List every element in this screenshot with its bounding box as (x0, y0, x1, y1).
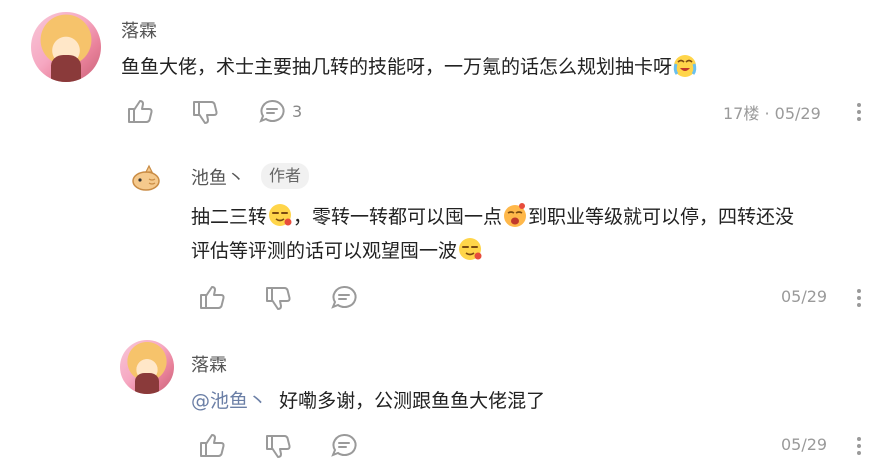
thumbs-up-icon (200, 286, 225, 309)
avatar[interactable] (120, 340, 174, 394)
thumbs-up-icon (128, 100, 153, 123)
more-options-button[interactable] (856, 435, 862, 461)
more-vertical-icon (857, 103, 861, 121)
more-vertical-icon (857, 437, 861, 455)
crying-face-emoji (504, 203, 527, 227)
floor-number: 17楼 (723, 104, 760, 123)
comment-text-content: 鱼鱼大佬，术士主要抽几转的技能呀，一万氪的话怎么规划抽卡呀 (121, 56, 673, 78)
comment-author[interactable]: 池鱼丶 (191, 164, 245, 190)
comment-text-content: 抽二三转 (191, 206, 268, 228)
thumbs-down-icon (266, 435, 291, 458)
like-button[interactable] (198, 432, 226, 462)
author-badge: 作者 (261, 163, 310, 189)
like-button[interactable] (126, 98, 154, 128)
more-options-button[interactable] (856, 101, 862, 127)
reply-count: 3 (292, 101, 303, 121)
more-vertical-icon (857, 289, 861, 307)
thumbs-down-icon (266, 287, 291, 310)
avatar[interactable] (129, 161, 163, 195)
avatar[interactable] (31, 12, 101, 82)
comment-text: 抽二三转 ，零转一转都可以囤一点 到职业等级就可以停，四转还没评估等评测的话可以… (191, 200, 871, 268)
reply-button[interactable] (330, 432, 358, 462)
smug-face-emoji (269, 204, 292, 226)
more-options-button[interactable] (856, 287, 862, 313)
comment-author[interactable]: 落霖 (121, 17, 157, 43)
thumbs-up-icon (200, 434, 225, 457)
reply-button[interactable]: 3 (258, 98, 302, 124)
dislike-button[interactable] (264, 434, 292, 464)
dislike-button[interactable] (264, 286, 292, 316)
comment-text-content: ，零转一转都可以囤一点 (293, 206, 503, 228)
comment-author[interactable]: 落霖 (191, 351, 227, 377)
meta-separator: · (764, 104, 770, 123)
comment-date: 05/29 (781, 287, 828, 306)
comment-text: 鱼鱼大佬，术士主要抽几转的技能呀，一万氪的话怎么规划抽卡呀 (121, 50, 841, 84)
comment-bubble-icon (331, 433, 357, 457)
comment-text-content: 好嘞多谢，公测跟鱼鱼大佬混了 (279, 390, 546, 412)
crying-laughing-face-emoji (673, 55, 697, 77)
dislike-button[interactable] (191, 100, 219, 130)
comment-meta: 17楼 · 05/29 (723, 100, 821, 124)
thumbs-down-icon (193, 101, 218, 124)
like-button[interactable] (198, 284, 226, 314)
comment-date: 05/29 (774, 104, 821, 123)
mention-link[interactable]: @池鱼丶 (191, 390, 267, 412)
comment-text-content: 评估等评测的话可以观望囤一波 (191, 240, 458, 262)
comment-bubble-icon (259, 99, 285, 123)
comment-bubble-icon (331, 285, 357, 309)
comment-text: @池鱼丶 好嘞多谢，公测跟鱼鱼大佬混了 (191, 384, 545, 418)
reply-button[interactable] (330, 284, 358, 314)
comment-date: 05/29 (781, 435, 828, 454)
smug-face-emoji (459, 238, 482, 260)
comment-text-content: 到职业等级就可以停，四转还没 (528, 206, 795, 228)
